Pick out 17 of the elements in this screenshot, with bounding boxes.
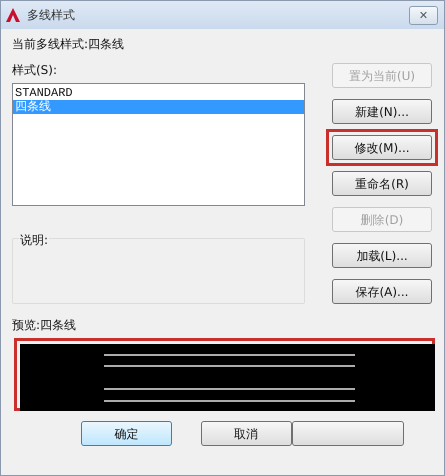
close-button[interactable]: ✕	[409, 6, 438, 24]
dialog-button[interactable]: 加载(L)...	[332, 243, 432, 268]
styles-label: 样式(S):	[12, 62, 58, 79]
styles-list[interactable]: STANDARD 四条线	[12, 83, 305, 206]
preview-label: 预览:四条线	[12, 317, 78, 334]
app-logo-icon	[5, 7, 21, 23]
window-title: 多线样式	[27, 7, 75, 24]
current-style-label: 当前多线样式:四条线	[12, 36, 126, 53]
dialog-button[interactable]: 修改(M)...	[332, 135, 432, 160]
dialog-button[interactable]: 确定	[81, 421, 172, 446]
description-label: 说明:	[19, 231, 50, 249]
dialog-button[interactable]: 重命名(R)	[332, 171, 432, 196]
list-item[interactable]: STANDARD	[13, 86, 304, 100]
dialog-button[interactable]: 取消	[200, 421, 292, 446]
dialog-button[interactable]: 新建(N)...	[332, 99, 432, 124]
dialog-button[interactable]: 保存(A)...	[332, 279, 432, 304]
dialog-button[interactable]	[292, 421, 404, 446]
